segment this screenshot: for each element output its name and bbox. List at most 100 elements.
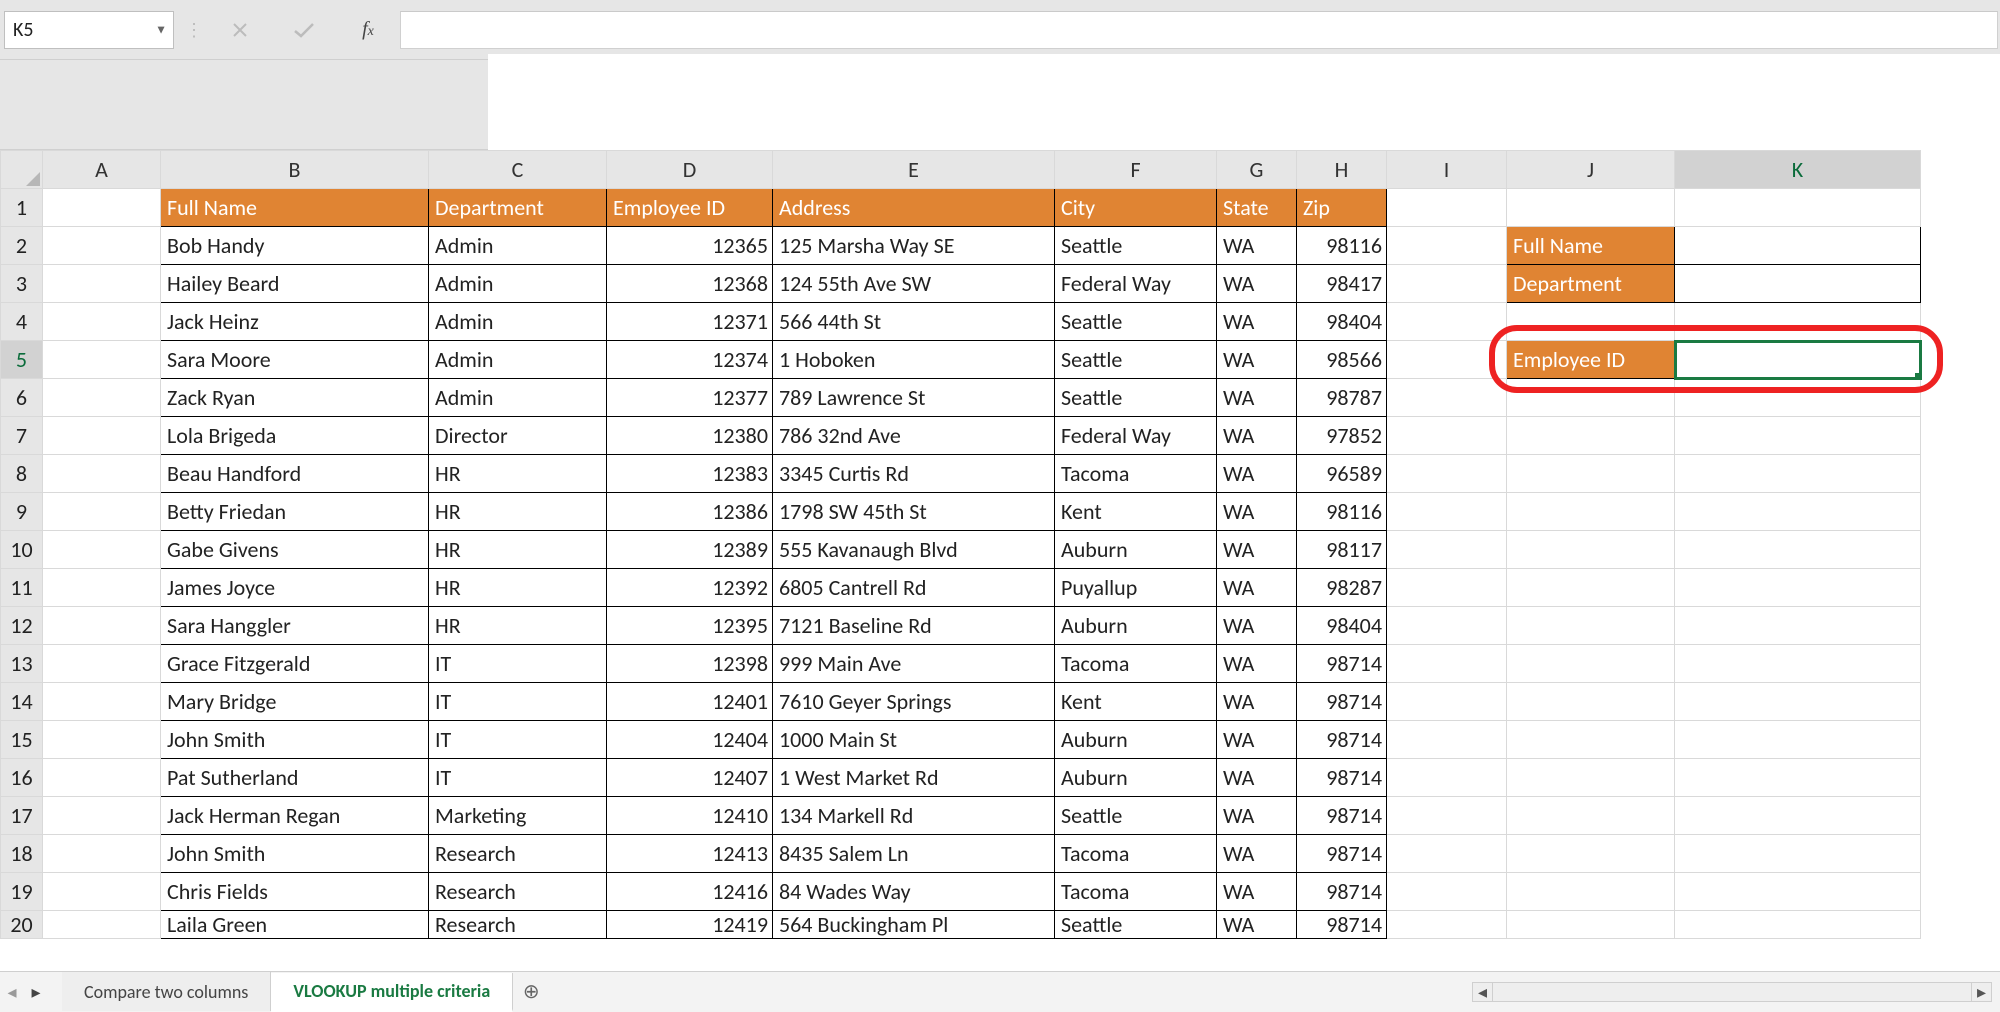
- cell-I17[interactable]: [1387, 797, 1507, 835]
- cell-J11[interactable]: [1507, 569, 1675, 607]
- row-header-6[interactable]: 6: [1, 379, 43, 417]
- cell-H5[interactable]: 98566: [1297, 341, 1387, 379]
- cell-E8[interactable]: 3345 Curtis Rd: [773, 455, 1055, 493]
- cell-K2[interactable]: [1675, 227, 1921, 265]
- cell-C14[interactable]: IT: [429, 683, 607, 721]
- cell-C9[interactable]: HR: [429, 493, 607, 531]
- cell-I12[interactable]: [1387, 607, 1507, 645]
- cell-I20[interactable]: [1387, 911, 1507, 939]
- cell-E14[interactable]: 7610 Geyer Springs: [773, 683, 1055, 721]
- cell-B10[interactable]: Gabe Givens: [161, 531, 429, 569]
- row-header-20[interactable]: 20: [1, 911, 43, 939]
- enter-icon[interactable]: [290, 16, 318, 44]
- cell-F10[interactable]: Auburn: [1055, 531, 1217, 569]
- cell-A5[interactable]: [43, 341, 161, 379]
- cell-H19[interactable]: 98714: [1297, 873, 1387, 911]
- scroll-right-icon[interactable]: ▸: [1971, 983, 1991, 1001]
- row-header-14[interactable]: 14: [1, 683, 43, 721]
- cell-B8[interactable]: Beau Handford: [161, 455, 429, 493]
- cell-C3[interactable]: Admin: [429, 265, 607, 303]
- sheet-tab-vlookup[interactable]: VLOOKUP multiple criteria: [271, 973, 513, 1012]
- row-header-11[interactable]: 11: [1, 569, 43, 607]
- cell-J8[interactable]: [1507, 455, 1675, 493]
- cell-J3[interactable]: Department: [1507, 265, 1675, 303]
- cell-G15[interactable]: WA: [1217, 721, 1297, 759]
- cell-H2[interactable]: 98116: [1297, 227, 1387, 265]
- worksheet-grid[interactable]: ABCDEFGHIJK1Full NameDepartmentEmployee …: [0, 150, 2000, 971]
- cell-B12[interactable]: Sara Hanggler: [161, 607, 429, 645]
- cell-D20[interactable]: 12419: [607, 911, 773, 939]
- cell-K13[interactable]: [1675, 645, 1921, 683]
- row-header-17[interactable]: 17: [1, 797, 43, 835]
- cell-H8[interactable]: 96589: [1297, 455, 1387, 493]
- row-header-13[interactable]: 13: [1, 645, 43, 683]
- cell-A18[interactable]: [43, 835, 161, 873]
- sheet-tab-compare[interactable]: Compare two columns: [62, 972, 271, 1011]
- cell-B7[interactable]: Lola Brigeda: [161, 417, 429, 455]
- cell-J14[interactable]: [1507, 683, 1675, 721]
- row-header-5[interactable]: 5: [1, 341, 43, 379]
- cell-H12[interactable]: 98404: [1297, 607, 1387, 645]
- cell-J16[interactable]: [1507, 759, 1675, 797]
- cell-B17[interactable]: Jack Herman Regan: [161, 797, 429, 835]
- cell-H18[interactable]: 98714: [1297, 835, 1387, 873]
- cell-E1[interactable]: Address: [773, 189, 1055, 227]
- cell-A13[interactable]: [43, 645, 161, 683]
- cell-E18[interactable]: 8435 Salem Ln: [773, 835, 1055, 873]
- cell-H13[interactable]: 98714: [1297, 645, 1387, 683]
- cell-G17[interactable]: WA: [1217, 797, 1297, 835]
- cell-F4[interactable]: Seattle: [1055, 303, 1217, 341]
- cell-K14[interactable]: [1675, 683, 1921, 721]
- row-header-9[interactable]: 9: [1, 493, 43, 531]
- cell-K11[interactable]: [1675, 569, 1921, 607]
- col-header-B[interactable]: B: [161, 151, 429, 189]
- cell-F3[interactable]: Federal Way: [1055, 265, 1217, 303]
- cell-J19[interactable]: [1507, 873, 1675, 911]
- cell-J5[interactable]: Employee ID: [1507, 341, 1675, 379]
- cell-F9[interactable]: Kent: [1055, 493, 1217, 531]
- cell-F11[interactable]: Puyallup: [1055, 569, 1217, 607]
- cell-F17[interactable]: Seattle: [1055, 797, 1217, 835]
- cell-F8[interactable]: Tacoma: [1055, 455, 1217, 493]
- cell-F6[interactable]: Seattle: [1055, 379, 1217, 417]
- cell-D7[interactable]: 12380: [607, 417, 773, 455]
- cell-H17[interactable]: 98714: [1297, 797, 1387, 835]
- row-header-19[interactable]: 19: [1, 873, 43, 911]
- col-header-K[interactable]: K: [1675, 151, 1921, 189]
- cell-F14[interactable]: Kent: [1055, 683, 1217, 721]
- row-header-2[interactable]: 2: [1, 227, 43, 265]
- cell-J17[interactable]: [1507, 797, 1675, 835]
- col-header-C[interactable]: C: [429, 151, 607, 189]
- cell-D5[interactable]: 12374: [607, 341, 773, 379]
- cell-A16[interactable]: [43, 759, 161, 797]
- col-header-H[interactable]: H: [1297, 151, 1387, 189]
- cell-E10[interactable]: 555 Kavanaugh Blvd: [773, 531, 1055, 569]
- cell-B13[interactable]: Grace Fitzgerald: [161, 645, 429, 683]
- cell-J6[interactable]: [1507, 379, 1675, 417]
- cell-F12[interactable]: Auburn: [1055, 607, 1217, 645]
- cell-F15[interactable]: Auburn: [1055, 721, 1217, 759]
- cell-B9[interactable]: Betty Friedan: [161, 493, 429, 531]
- col-header-D[interactable]: D: [607, 151, 773, 189]
- col-header-J[interactable]: J: [1507, 151, 1675, 189]
- cell-E9[interactable]: 1798 SW 45th St: [773, 493, 1055, 531]
- cell-H20[interactable]: 98714: [1297, 911, 1387, 939]
- cell-G14[interactable]: WA: [1217, 683, 1297, 721]
- cell-F1[interactable]: City: [1055, 189, 1217, 227]
- col-header-I[interactable]: I: [1387, 151, 1507, 189]
- cell-K12[interactable]: [1675, 607, 1921, 645]
- row-header-4[interactable]: 4: [1, 303, 43, 341]
- cell-B20[interactable]: Laila Green: [161, 911, 429, 939]
- cell-G6[interactable]: WA: [1217, 379, 1297, 417]
- cell-D9[interactable]: 12386: [607, 493, 773, 531]
- cell-I18[interactable]: [1387, 835, 1507, 873]
- cell-F13[interactable]: Tacoma: [1055, 645, 1217, 683]
- cell-G7[interactable]: WA: [1217, 417, 1297, 455]
- sheet-table[interactable]: ABCDEFGHIJK1Full NameDepartmentEmployee …: [0, 150, 1921, 939]
- cell-C10[interactable]: HR: [429, 531, 607, 569]
- cell-G13[interactable]: WA: [1217, 645, 1297, 683]
- cell-E12[interactable]: 7121 Baseline Rd: [773, 607, 1055, 645]
- cell-I15[interactable]: [1387, 721, 1507, 759]
- cell-K19[interactable]: [1675, 873, 1921, 911]
- cell-H10[interactable]: 98117: [1297, 531, 1387, 569]
